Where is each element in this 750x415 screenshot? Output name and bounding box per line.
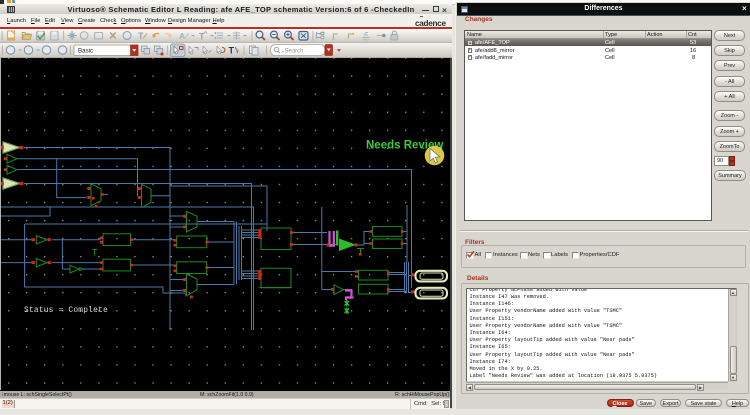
svg-text:T: T [229, 45, 235, 55]
svg-text:T: T [138, 31, 144, 41]
svg-text:Search: Search [285, 48, 304, 54]
svg-text:A: A [179, 31, 185, 41]
svg-text:Basic: Basic [78, 47, 93, 54]
svg-text:Status = Complete: Status = Complete [24, 306, 108, 315]
